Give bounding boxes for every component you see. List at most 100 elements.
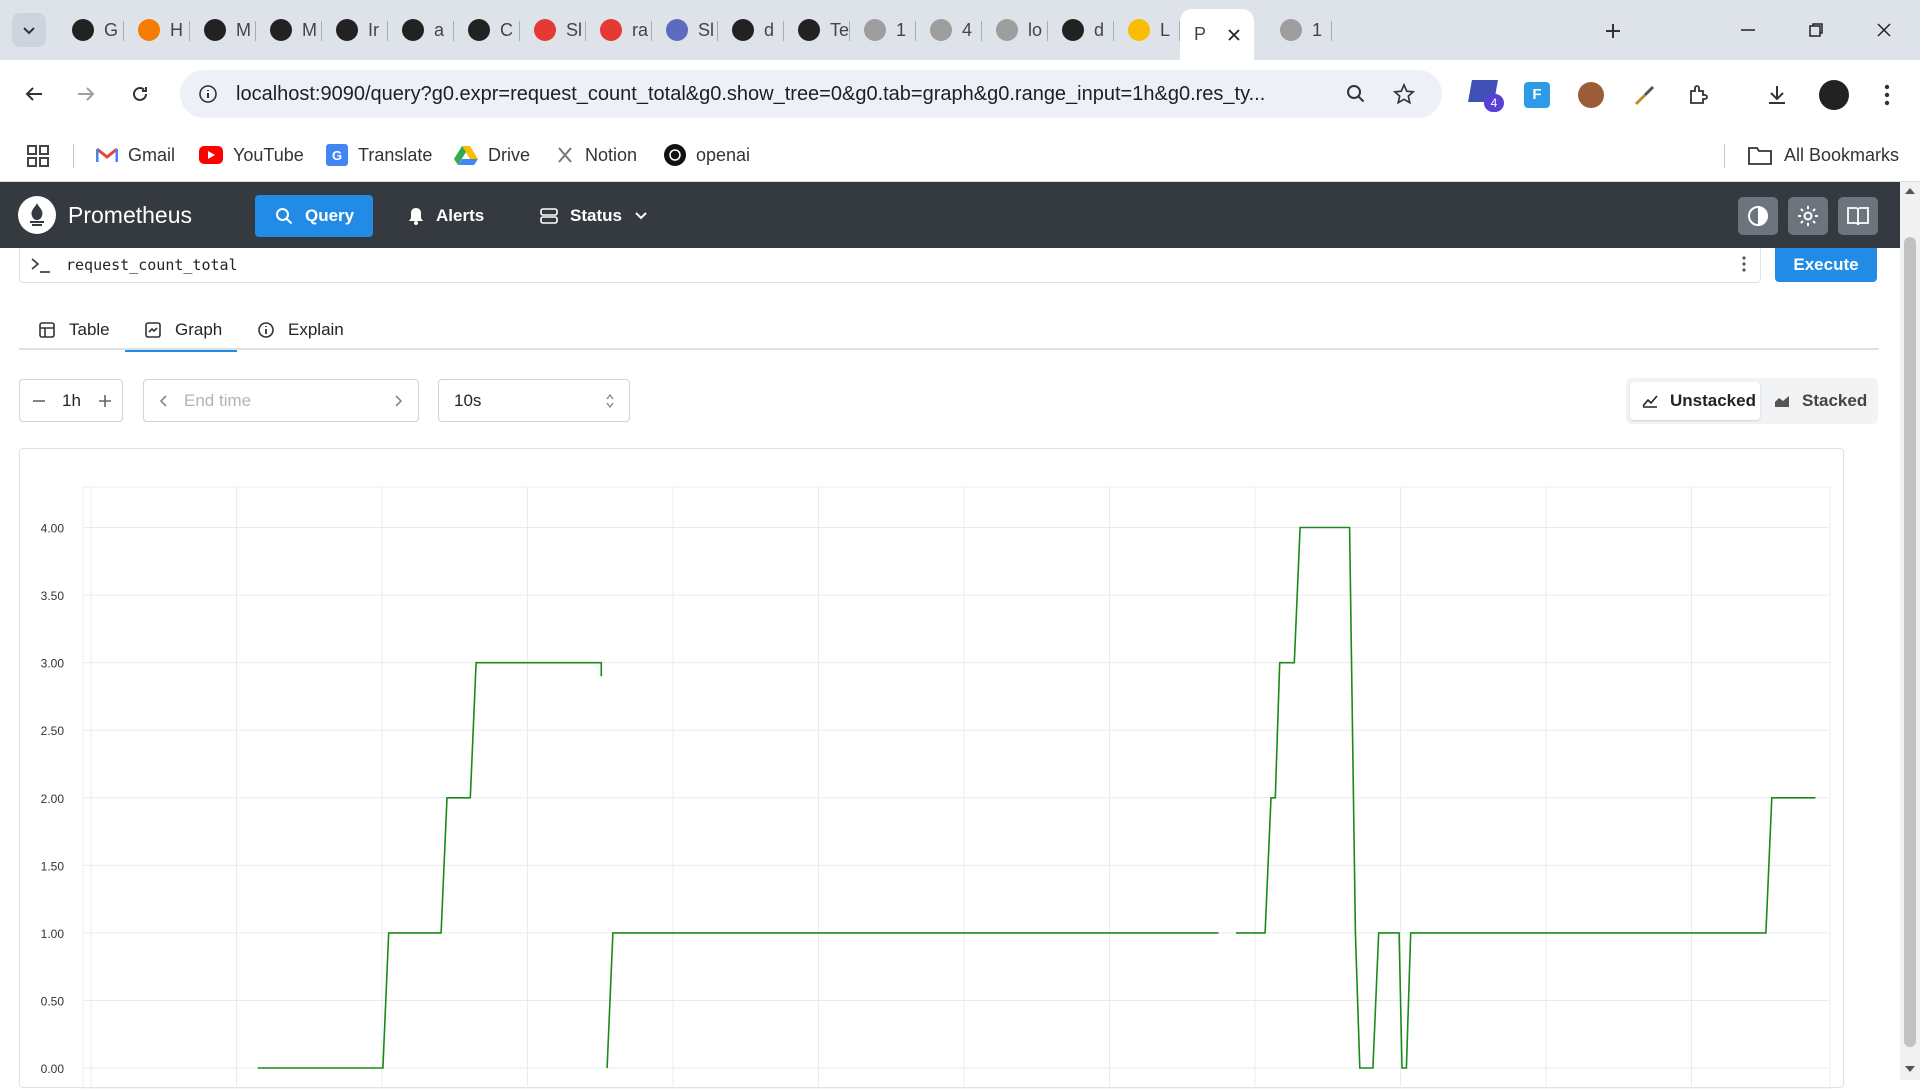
line-chart-icon — [1642, 394, 1658, 408]
y-tick-label: 1.00 — [41, 927, 65, 941]
browser-tab[interactable]: Ir — [322, 9, 388, 51]
browser-tab[interactable]: 1 — [850, 9, 916, 51]
range-control: 1h — [19, 379, 123, 422]
browser-tab[interactable]: Sl — [520, 9, 586, 51]
chevron-left-icon[interactable] — [158, 394, 168, 408]
brand[interactable]: Prometheus — [18, 196, 192, 234]
unstacked-button[interactable]: Unstacked — [1630, 382, 1760, 420]
close-tab-icon[interactable] — [1228, 28, 1240, 41]
tab-title: Sl — [698, 19, 715, 40]
book-icon — [1846, 205, 1870, 227]
browser-tab[interactable]: lo — [982, 9, 1048, 51]
tab-explain[interactable]: Explain — [258, 310, 344, 350]
minimize-icon[interactable] — [1728, 14, 1768, 46]
downloads-icon[interactable] — [1764, 82, 1790, 108]
browser-tab-strip: G H M M Ir a C Sl ra Sl d Te 1 4 lo d L P 1 — [0, 0, 1920, 60]
scroll-down-icon[interactable] — [1904, 1064, 1916, 1074]
nav-query[interactable]: Query — [255, 195, 373, 237]
browser-tab[interactable]: ra — [586, 9, 652, 51]
tab-favicon-icon — [72, 19, 94, 41]
plus-icon[interactable] — [98, 394, 112, 408]
bookmark-openai[interactable]: openai — [664, 140, 750, 170]
tab-table[interactable]: Table — [39, 310, 110, 350]
browser-tab[interactable]: P — [1180, 9, 1254, 60]
stacked-button[interactable]: Stacked — [1762, 382, 1879, 420]
end-time-picker[interactable]: End time — [143, 379, 419, 422]
browser-tab[interactable]: d — [718, 9, 784, 51]
tab-title: M — [302, 19, 317, 40]
contrast-icon — [1747, 205, 1769, 227]
page-scrollbar[interactable] — [1900, 182, 1920, 1080]
scrollbar-thumb[interactable] — [1904, 237, 1916, 1047]
brand-name: Prometheus — [68, 201, 193, 228]
bookmark-translate[interactable]: G Translate — [326, 140, 432, 170]
scroll-up-icon[interactable] — [1904, 186, 1916, 196]
tab-title: d — [1094, 19, 1105, 40]
browser-tab[interactable]: d — [1048, 9, 1114, 51]
back-icon[interactable] — [18, 78, 50, 110]
address-bar[interactable]: localhost:9090/query?g0.expr=request_cou… — [180, 70, 1442, 118]
y-tick-label: 0.50 — [41, 994, 65, 1008]
extension-fi-icon[interactable]: F — [1524, 82, 1550, 108]
extension-badge-icon[interactable]: 4 — [1468, 80, 1504, 112]
extensions-puzzle-icon[interactable] — [1686, 82, 1712, 108]
restore-icon[interactable] — [1796, 14, 1836, 46]
browser-tab[interactable]: 1 — [1266, 9, 1332, 51]
chevron-right-icon[interactable] — [394, 394, 404, 408]
tab-title: P — [1194, 24, 1207, 44]
reload-icon[interactable] — [124, 78, 156, 110]
apps-grid-icon[interactable] — [26, 144, 50, 168]
unstacked-label: Unstacked — [1670, 391, 1756, 410]
browser-tab[interactable]: C — [454, 9, 520, 51]
bookmark-drive[interactable]: Drive — [454, 140, 530, 170]
settings-button[interactable] — [1788, 197, 1828, 235]
bookmark-star-icon[interactable] — [1392, 82, 1416, 106]
new-tab-plus-icon[interactable] — [1598, 16, 1628, 46]
bookmark-gmail[interactable]: Gmail — [96, 140, 175, 170]
url-text[interactable]: localhost:9090/query?g0.expr=request_cou… — [236, 83, 1336, 106]
stacked-label: Stacked — [1802, 391, 1868, 410]
nav-query-label: Query — [305, 206, 355, 225]
more-vertical-icon[interactable] — [1742, 256, 1746, 272]
range-value[interactable]: 1h — [62, 391, 81, 411]
y-tick-label: 0.00 — [41, 1062, 65, 1076]
browser-tab[interactable]: Te — [784, 9, 850, 51]
execute-button[interactable]: Execute — [1775, 248, 1877, 282]
browser-tab[interactable]: M — [190, 9, 256, 51]
browser-tab[interactable]: Sl — [652, 9, 718, 51]
tab-favicon-icon — [534, 19, 556, 41]
all-bookmarks-button[interactable]: All Bookmarks — [1748, 140, 1899, 170]
bookmark-notion[interactable]: Notion — [555, 140, 637, 170]
gear-icon — [1796, 204, 1820, 228]
expression-input[interactable]: request_count_total — [19, 248, 1761, 283]
site-info-icon[interactable] — [196, 82, 220, 106]
cookie-extension-icon[interactable] — [1578, 82, 1604, 108]
browser-tab[interactable]: a — [388, 9, 454, 51]
tab-title: 1 — [896, 19, 907, 40]
minus-icon[interactable] — [32, 394, 46, 408]
forward-icon[interactable] — [70, 78, 102, 110]
time-series-chart[interactable]: 0.00 0.50 1.00 1.50 2.00 2.50 3.00 3.50 4.00 — [20, 449, 1845, 1089]
browser-tab[interactable]: 4 — [916, 9, 982, 51]
profile-avatar[interactable] — [1819, 80, 1849, 110]
nav-status[interactable]: Status — [520, 195, 668, 237]
browser-tab[interactable]: H — [124, 9, 190, 51]
tab-graph[interactable]: Graph — [125, 310, 237, 352]
close-window-icon[interactable] — [1864, 14, 1904, 46]
browser-tab[interactable]: G — [58, 9, 124, 51]
table-icon — [39, 322, 55, 338]
browser-tab[interactable]: L — [1114, 9, 1180, 51]
browser-tab[interactable]: M — [256, 9, 322, 51]
expression-text[interactable]: request_count_total — [66, 256, 238, 274]
zoom-icon[interactable] — [1344, 82, 1368, 106]
brush-extension-icon[interactable] — [1632, 82, 1658, 108]
resolution-select[interactable]: 10s — [438, 379, 630, 422]
tab-search-chevron-icon[interactable] — [12, 13, 46, 47]
browser-menu-icon[interactable] — [1872, 80, 1902, 110]
bookmark-youtube[interactable]: YouTube — [199, 140, 304, 170]
docs-button[interactable] — [1838, 197, 1878, 235]
tab-favicon-icon — [798, 19, 820, 41]
theme-toggle-button[interactable] — [1738, 197, 1778, 235]
notion-icon — [555, 145, 575, 165]
nav-alerts[interactable]: Alerts — [388, 195, 504, 237]
